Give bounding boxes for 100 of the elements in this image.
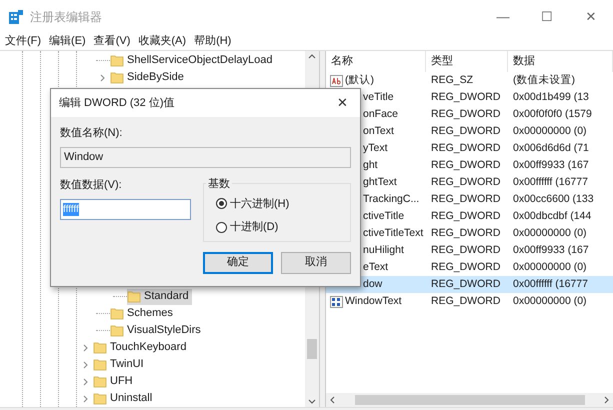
value-name: ctiveTitle bbox=[363, 208, 404, 224]
value-name: TrackingC... bbox=[363, 192, 420, 207]
column-header[interactable]: 名称 bbox=[326, 51, 426, 72]
scroll-right-icon[interactable] bbox=[604, 396, 610, 404]
value-name: ght bbox=[363, 158, 378, 173]
scroll-up-icon[interactable] bbox=[308, 53, 316, 59]
folder-icon bbox=[93, 358, 107, 371]
app-icon bbox=[8, 9, 24, 25]
value-type: REG_DWORD bbox=[430, 226, 502, 241]
binary-value-icon bbox=[330, 296, 343, 308]
scroll-down-icon[interactable] bbox=[308, 399, 316, 405]
selected-text: ffffff bbox=[63, 203, 79, 216]
value-type: REG_DWORD bbox=[430, 106, 502, 122]
value-data: 0x00000000 (0) bbox=[512, 294, 588, 309]
radio-label[interactable]: 十进制(D) bbox=[230, 219, 278, 236]
value-data: (数值未设置) bbox=[512, 72, 576, 88]
value-type: REG_SZ bbox=[430, 72, 474, 88]
tree-item[interactable]: Schemes bbox=[110, 306, 176, 322]
expand-chevron-icon[interactable] bbox=[83, 360, 89, 368]
expand-chevron-icon[interactable] bbox=[83, 394, 89, 402]
value-type: REG_DWORD bbox=[430, 276, 502, 292]
horizontal-scrollbar[interactable] bbox=[326, 393, 613, 407]
menu-item[interactable]: 帮助(H) bbox=[193, 32, 232, 50]
value-data: 0x00000000 (0) bbox=[512, 260, 588, 275]
menu-item[interactable]: 收藏夹(A) bbox=[137, 32, 188, 50]
minimize-button[interactable]: — bbox=[481, 2, 525, 32]
dialog-title: 编辑 DWORD (32 位)值 bbox=[59, 96, 174, 111]
expand-chevron-icon[interactable] bbox=[83, 378, 89, 386]
value-data: 0x00ffffff (16777 bbox=[512, 174, 589, 190]
menu-item[interactable]: 查看(V) bbox=[92, 32, 132, 50]
scrollbar-thumb[interactable] bbox=[307, 339, 317, 359]
value-name: eText bbox=[363, 260, 388, 275]
value-data: 0x00ffffff (16777 bbox=[512, 276, 589, 292]
column-header[interactable]: 数据 bbox=[508, 51, 613, 72]
value-data: 0x00f0f0f0 (1579 bbox=[512, 106, 593, 122]
close-button[interactable]: ✕ bbox=[333, 93, 352, 113]
value-name-field[interactable]: Window bbox=[60, 146, 351, 168]
folder-icon bbox=[110, 71, 124, 84]
string-value-icon bbox=[330, 74, 343, 86]
value-name: nuHilight bbox=[363, 242, 404, 258]
value-type: REG_DWORD bbox=[430, 90, 502, 105]
value-type: REG_DWORD bbox=[430, 192, 502, 207]
value-data: 0x00d1b499 (13 bbox=[512, 90, 590, 105]
menu-item[interactable]: 编辑(E) bbox=[48, 32, 87, 50]
field-label: 数值数据(V): bbox=[60, 178, 123, 192]
folder-icon bbox=[93, 375, 107, 388]
tree-item[interactable]: TwinUI bbox=[93, 356, 147, 372]
value-type: REG_DWORD bbox=[430, 140, 502, 156]
folder-icon bbox=[110, 324, 124, 337]
radio-button[interactable] bbox=[216, 222, 227, 233]
value-name: yText bbox=[363, 140, 388, 156]
folder-icon bbox=[110, 54, 124, 67]
tree-item[interactable]: ShellServiceObjectDelayLoad bbox=[110, 52, 276, 68]
value-name: dow bbox=[363, 276, 382, 292]
value-type: REG_DWORD bbox=[430, 124, 502, 139]
value-name: onText bbox=[363, 124, 394, 139]
list-row[interactable]: WindowText REG_DWORD 0x00000000 (0) bbox=[326, 293, 613, 310]
tree-item[interactable]: TouchKeyboard bbox=[93, 340, 190, 356]
list-row[interactable]: dow REG_DWORD 0x00ffffff (16777 bbox=[326, 276, 613, 293]
tree-item[interactable]: Uninstall bbox=[93, 390, 156, 406]
ok-button[interactable]: 确定 bbox=[203, 252, 273, 274]
folder-icon bbox=[110, 307, 124, 320]
value-name: (默认) bbox=[345, 72, 374, 88]
value-data: 0x006d6d6d (71 bbox=[512, 140, 590, 156]
value-data: 0x00000000 (0) bbox=[512, 124, 588, 139]
column-header[interactable]: 类型 bbox=[426, 51, 508, 72]
folder-icon bbox=[93, 341, 107, 354]
folder-icon bbox=[127, 290, 141, 303]
expand-chevron-icon[interactable] bbox=[83, 344, 89, 352]
value-name: onFace bbox=[363, 106, 398, 122]
value-data: 0x00000000 (0) bbox=[512, 226, 588, 241]
scroll-left-icon[interactable] bbox=[329, 396, 335, 404]
close-button[interactable]: ✕ bbox=[569, 2, 613, 32]
field-label: 数值名称(N): bbox=[60, 126, 124, 141]
menu-item[interactable]: 文件(F) bbox=[4, 32, 42, 50]
list-row[interactable]: (默认) REG_SZ (数值未设置) bbox=[326, 72, 613, 89]
radio-button[interactable] bbox=[216, 198, 227, 210]
value-type: REG_DWORD bbox=[430, 158, 502, 173]
value-type: REG_DWORD bbox=[430, 260, 502, 275]
radio-label[interactable]: 十六进制(H) bbox=[230, 196, 290, 212]
maximize-button[interactable]: ☐ bbox=[525, 2, 569, 32]
value-type: REG_DWORD bbox=[430, 294, 502, 309]
tree-item[interactable]: UFH bbox=[93, 374, 136, 390]
expand-chevron-icon[interactable] bbox=[100, 74, 106, 82]
tree-item[interactable]: VisualStyleDirs bbox=[110, 322, 204, 338]
value-data: 0x00ff9933 (167 bbox=[512, 242, 590, 258]
window-title: 注册表编辑器 bbox=[30, 9, 102, 26]
tree-item[interactable]: Standard bbox=[127, 288, 192, 304]
value-data: 0x00ff9933 (167 bbox=[512, 158, 590, 173]
value-type: REG_DWORD bbox=[430, 208, 502, 224]
folder-icon bbox=[93, 392, 107, 405]
cancel-button[interactable]: 取消 bbox=[281, 252, 351, 274]
value-name: ctiveTitleText bbox=[363, 226, 424, 241]
value-name: veTitle bbox=[363, 90, 394, 105]
value-data: 0x00cc6600 (133 bbox=[512, 192, 595, 207]
scrollbar-thumb[interactable] bbox=[354, 395, 584, 405]
value-name: WindowText bbox=[345, 294, 402, 309]
value-data: 0x00dbcdbf (144 bbox=[512, 208, 592, 224]
tree-item[interactable]: SideBySide bbox=[110, 70, 187, 86]
value-type: REG_DWORD bbox=[430, 242, 502, 258]
